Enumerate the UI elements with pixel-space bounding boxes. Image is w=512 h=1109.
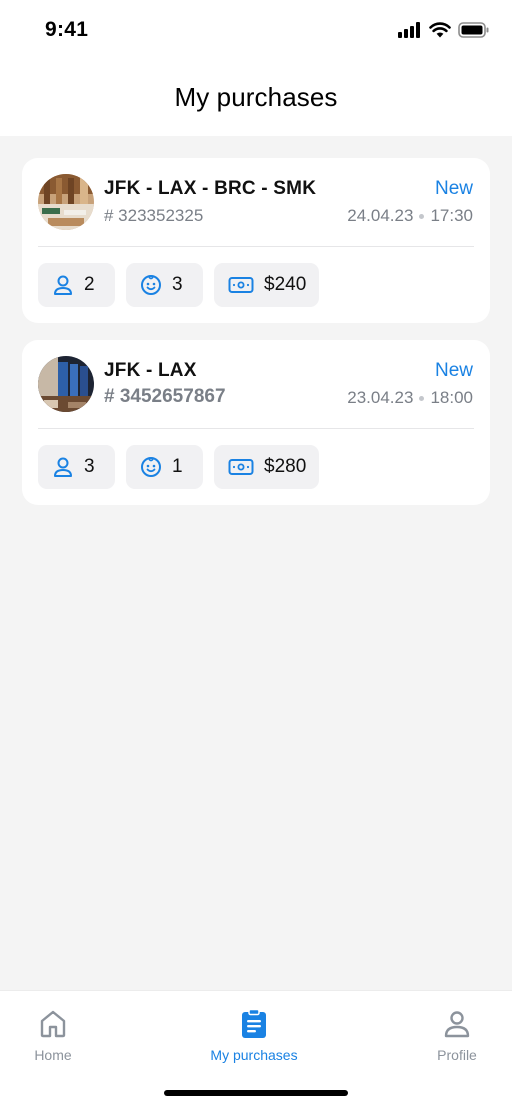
adult-icon — [52, 456, 74, 478]
screen: 9:41 My purchases JFK - LAX - BRC - SMK … — [0, 0, 512, 1109]
purchase-datetime: 23.04.23 18:00 — [347, 388, 473, 408]
route-title: JFK - LAX — [104, 360, 197, 381]
price-value: $240 — [264, 274, 307, 295]
purchase-card[interactable]: JFK - LAX # 3452657867 New 23.04.23 18:0… — [22, 340, 490, 505]
money-icon — [228, 275, 254, 295]
purchase-date: 23.04.23 — [347, 388, 414, 407]
page-title: My purchases — [174, 82, 338, 112]
price-chip: $240 — [214, 263, 319, 307]
profile-icon — [387, 1009, 512, 1039]
battery-icon — [458, 22, 490, 38]
children-count: 3 — [172, 274, 183, 295]
order-number: # 323352325 — [104, 206, 204, 225]
header: My purchases — [0, 60, 512, 136]
money-icon — [228, 457, 254, 477]
order-number: # 3452657867 — [104, 386, 226, 407]
cellular-signal-icon — [398, 22, 422, 38]
children-count: 1 — [172, 456, 183, 477]
tab-profile-label: Profile — [437, 1047, 477, 1063]
children-chip: 3 — [126, 263, 203, 307]
purchase-details: 3 1 $280 — [38, 445, 319, 489]
destination-thumbnail — [38, 174, 94, 230]
adult-icon — [52, 274, 74, 296]
price-value: $280 — [264, 456, 307, 477]
separator-dot — [419, 395, 425, 401]
purchase-details: 2 3 $240 — [38, 263, 319, 307]
child-icon — [140, 456, 162, 478]
status-time: 9:41 — [45, 18, 89, 41]
purchase-date: 24.04.23 — [347, 206, 414, 225]
home-indicator — [164, 1090, 348, 1096]
tab-my-purchases-label: My purchases — [210, 1047, 298, 1063]
purchase-time: 18:00 — [430, 388, 473, 407]
route-title: JFK - LAX - BRC - SMK — [104, 178, 317, 199]
children-chip: 1 — [126, 445, 203, 489]
price-chip: $280 — [214, 445, 319, 489]
destination-thumbnail — [38, 356, 94, 412]
purchase-card[interactable]: JFK - LAX - BRC - SMK # 323352325 New 24… — [22, 158, 490, 323]
child-icon — [140, 274, 162, 296]
adults-chip: 2 — [38, 263, 115, 307]
status-icons — [398, 22, 490, 38]
purchase-datetime: 24.04.23 17:30 — [347, 206, 473, 226]
adults-count: 3 — [84, 456, 95, 477]
adults-chip: 3 — [38, 445, 115, 489]
status-bar: 9:41 — [0, 0, 512, 60]
status-badge: New — [434, 178, 473, 199]
home-icon — [0, 1009, 123, 1039]
separator-dot — [419, 213, 425, 219]
divider — [38, 246, 474, 247]
tab-my-purchases[interactable]: My purchases — [184, 1009, 324, 1063]
purchase-time: 17:30 — [430, 206, 473, 225]
clipboard-icon — [184, 1009, 324, 1039]
tab-home-label: Home — [34, 1047, 72, 1063]
tab-profile[interactable]: Profile — [387, 1009, 512, 1063]
divider — [38, 428, 474, 429]
wifi-icon — [429, 22, 451, 38]
tab-home[interactable]: Home — [0, 1009, 123, 1063]
status-badge: New — [434, 360, 473, 381]
adults-count: 2 — [84, 274, 95, 295]
